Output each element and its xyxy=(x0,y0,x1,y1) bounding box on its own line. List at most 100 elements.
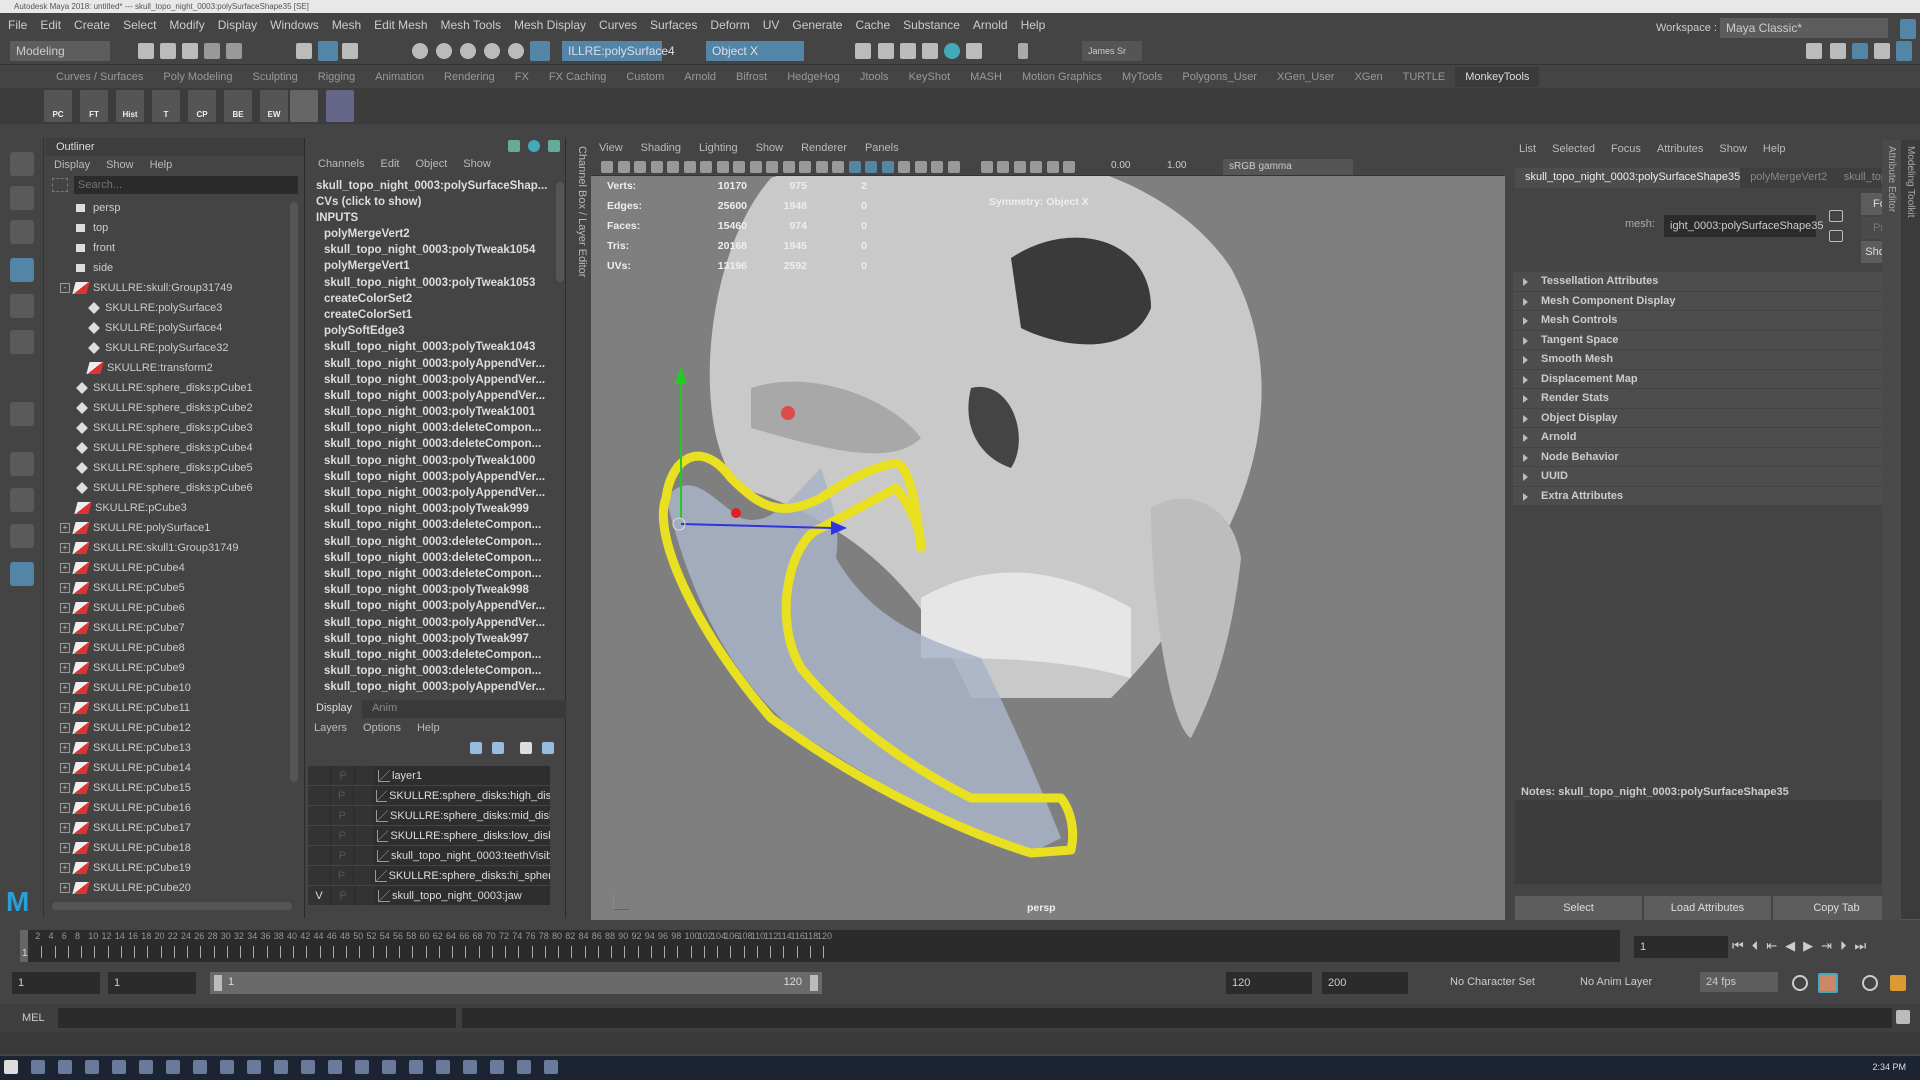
expand-icon[interactable]: + xyxy=(60,643,70,653)
outliner-item[interactable]: SKULLRE:polySurface3 xyxy=(52,298,286,318)
taskbar-start-icon[interactable] xyxy=(4,1060,18,1074)
layer-color-swatch[interactable] xyxy=(356,886,374,905)
open-scene-icon[interactable] xyxy=(160,43,176,59)
menu-surfaces[interactable]: Surfaces xyxy=(650,18,697,32)
input-node[interactable]: skull_topo_night_0003:polyAppendVer... xyxy=(310,679,554,695)
shelf-button-ew[interactable]: EW xyxy=(260,90,288,122)
step-forward-key-icon[interactable]: ⇥ xyxy=(1821,938,1832,954)
viewport-tool-icon[interactable] xyxy=(601,161,613,173)
layer-playback-toggle[interactable]: P xyxy=(331,806,353,825)
ae-node-tab[interactable]: polyMergeVert2 xyxy=(1740,168,1834,188)
ae-section[interactable]: Mesh Controls xyxy=(1513,311,1892,331)
select-tool-icon[interactable] xyxy=(10,152,34,176)
viewport-tool-icon[interactable] xyxy=(1046,161,1059,173)
attribute-icon[interactable] xyxy=(548,140,560,152)
fps-dropdown[interactable]: 24 fps xyxy=(1700,972,1778,992)
menu-help[interactable]: Help xyxy=(150,159,173,171)
lock-icon[interactable] xyxy=(1900,19,1916,39)
viewport-tool-icon[interactable] xyxy=(1030,161,1042,173)
input-node[interactable]: skull_topo_night_0003:deleteCompon... xyxy=(310,663,554,679)
channel-box-scrollbar[interactable] xyxy=(556,182,564,282)
outliner-item[interactable]: SKULLRE:sphere_disks:pCube1 xyxy=(52,378,286,398)
menu-arnold[interactable]: Arnold xyxy=(973,18,1008,32)
outliner-item[interactable]: + SKULLRE:pCube19 xyxy=(52,858,286,878)
filter-icon[interactable] xyxy=(52,178,68,192)
hypershade-icon[interactable] xyxy=(944,43,960,59)
snap-live-icon[interactable] xyxy=(530,41,550,61)
menu-show[interactable]: Show xyxy=(1719,143,1747,155)
shelf-tab[interactable]: Sculpting xyxy=(243,71,308,83)
viewport-tool-icon[interactable] xyxy=(683,161,696,173)
taskbar-task-view-icon[interactable] xyxy=(58,1060,72,1074)
menu-show[interactable]: Show xyxy=(106,159,134,171)
shelf-button-ft[interactable]: FT xyxy=(80,90,108,122)
render-icon[interactable] xyxy=(855,43,871,59)
input-node[interactable]: skull_topo_night_0003:deleteCompon... xyxy=(310,517,554,533)
animation-start-field[interactable]: 1 xyxy=(12,972,100,994)
input-node[interactable]: skull_topo_night_0003:polyTweak998 xyxy=(310,582,554,598)
step-back-icon[interactable]: ⇤ xyxy=(1766,938,1777,954)
copy-tab-button[interactable]: Copy Tab xyxy=(1773,896,1900,920)
outliner-item[interactable]: front xyxy=(52,238,286,258)
layer-visibility-toggle[interactable]: V xyxy=(308,886,330,905)
menu-uv[interactable]: UV xyxy=(763,18,780,32)
shelf-tab[interactable]: Poly Modeling xyxy=(153,71,242,83)
shelf-tab[interactable]: Jtools xyxy=(850,71,899,83)
input-node[interactable]: skull_topo_night_0003:polyTweak1054 xyxy=(310,242,554,258)
shelf-tab[interactable]: Motion Graphics xyxy=(1012,71,1112,83)
expand-icon[interactable]: + xyxy=(60,783,70,793)
outliner-item[interactable]: + SKULLRE:pCube15 xyxy=(52,778,286,798)
shelf-button-t[interactable]: T xyxy=(152,90,180,122)
menu-options[interactable]: Options xyxy=(363,722,401,734)
layer-row[interactable]: Player1 xyxy=(308,766,550,786)
outliner-item[interactable]: + SKULLRE:pCube10 xyxy=(52,678,286,698)
animation-end-field[interactable]: 200 xyxy=(1322,972,1408,994)
outliner-item[interactable]: SKULLRE:transform2 xyxy=(52,358,286,378)
menu-show[interactable]: Show xyxy=(756,142,784,154)
taskbar-check-icon[interactable] xyxy=(85,1060,99,1074)
input-node[interactable]: skull_topo_night_0003:polyAppendVer... xyxy=(310,485,554,501)
move-layer-up-icon[interactable] xyxy=(470,742,482,754)
human-ik-icon[interactable] xyxy=(1830,43,1846,59)
shelf-button-pc[interactable]: PC xyxy=(44,90,72,122)
menu-lighting[interactable]: Lighting xyxy=(699,142,738,154)
render-settings-icon[interactable] xyxy=(922,43,938,59)
input-node[interactable]: skull_topo_night_0003:deleteCompon... xyxy=(310,566,554,582)
pause-icon[interactable] xyxy=(1018,43,1028,59)
input-node[interactable]: skull_topo_night_0003:deleteCompon... xyxy=(310,436,554,452)
anim-prefs-icon[interactable] xyxy=(1862,975,1878,991)
viewport-tool-icon[interactable] xyxy=(931,161,943,173)
select-hierarchy-icon[interactable] xyxy=(296,43,312,59)
object-name-field[interactable]: ILLRE:polySurface4 xyxy=(562,41,675,61)
shelf-tab[interactable]: Curves / Surfaces xyxy=(46,71,153,83)
move-layer-down-icon[interactable] xyxy=(492,742,504,754)
outliner-item[interactable]: + SKULLRE:pCube6 xyxy=(52,598,286,618)
menu-generate[interactable]: Generate xyxy=(792,18,842,32)
taskbar-app-icon[interactable] xyxy=(382,1060,396,1074)
undo-icon[interactable] xyxy=(204,43,220,59)
attribute-editor-tab[interactable]: Attribute Editor xyxy=(1882,140,1901,920)
outliner-item[interactable]: + SKULLRE:skull1:Group31749 xyxy=(52,538,286,558)
viewport-tool-icon[interactable] xyxy=(1063,161,1075,173)
menu-view[interactable]: View xyxy=(599,142,623,154)
load-attributes-button[interactable]: Load Attributes xyxy=(1644,896,1771,920)
menu-curves[interactable]: Curves xyxy=(599,18,637,32)
viewport-tool-icon[interactable] xyxy=(749,161,762,173)
taskbar-calc-icon[interactable] xyxy=(274,1060,288,1074)
ae-section[interactable]: Displacement Map xyxy=(1513,369,1892,389)
collapse-icon[interactable]: - xyxy=(60,283,70,293)
expand-icon[interactable]: + xyxy=(60,723,70,733)
viewport-tool-icon[interactable] xyxy=(815,161,828,173)
new-layer-selected-icon[interactable] xyxy=(542,742,554,754)
taskbar-cube-icon[interactable] xyxy=(490,1060,504,1074)
ae-section[interactable]: Tangent Space xyxy=(1513,330,1892,350)
layer-playback-toggle[interactable]: P xyxy=(331,786,353,805)
workspace-dropdown[interactable]: Maya Classic* xyxy=(1720,18,1888,38)
ae-section[interactable]: Node Behavior xyxy=(1513,447,1892,467)
shelf-curve-icon[interactable] xyxy=(326,90,354,122)
menuset-dropdown[interactable]: Modeling xyxy=(10,41,110,61)
viewport-tool-icon[interactable] xyxy=(898,161,910,173)
outliner-item[interactable]: + SKULLRE:pCube18 xyxy=(52,838,286,858)
tool-settings-icon[interactable] xyxy=(1874,43,1890,59)
color-space-dropdown[interactable]: sRGB gamma xyxy=(1223,159,1353,175)
